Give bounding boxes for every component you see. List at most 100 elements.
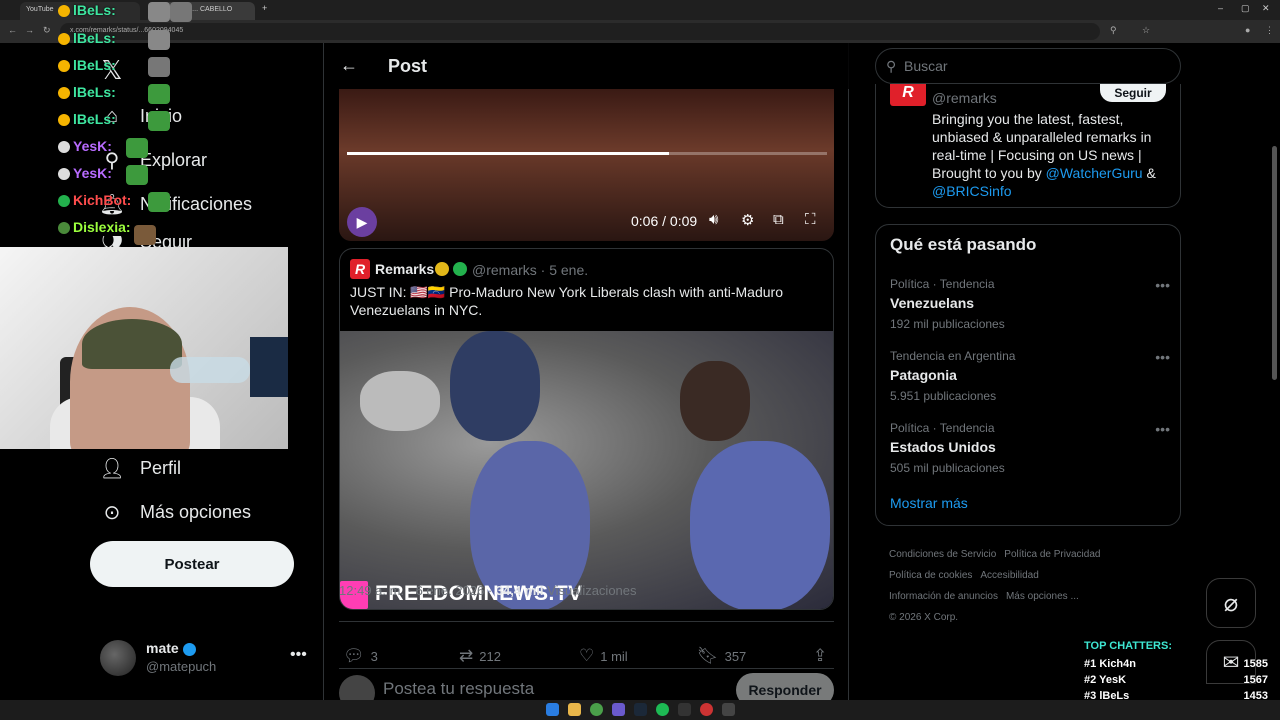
- chatter-row: #1 Kich4n 1585: [1084, 656, 1268, 672]
- steam-icon[interactable]: [634, 703, 647, 716]
- video-player[interactable]: ▶ 0:06 / 0:09 🔊︎ ⚙ ⧉ ⛶: [339, 89, 834, 241]
- chat-user: lBeLs:: [73, 111, 116, 127]
- footer-link[interactable]: Accesibilidad: [980, 570, 1038, 581]
- app-icon[interactable]: [700, 703, 713, 716]
- profile-bio: Bringing you the latest, fastest, unbias…: [932, 110, 1168, 200]
- app-icon[interactable]: [722, 703, 735, 716]
- more-circle-icon: ⊙: [103, 501, 121, 524]
- quoted-post[interactable]: R Remarks @remarks · 5 ene. JUST IN: 🇺🇸🇻…: [339, 248, 834, 610]
- trends-panel: Qué está pasando Política · Tendencia Ve…: [875, 224, 1181, 526]
- more-dots-icon[interactable]: •••: [1155, 421, 1170, 437]
- close-window-icon[interactable]: ✕: [1262, 3, 1270, 14]
- more-dots-icon[interactable]: •••: [290, 646, 307, 664]
- verified-icon: [182, 642, 196, 656]
- reply-count: 3: [370, 648, 378, 664]
- address-bar: ← → ↻ x.com/remarks/status/...6602094045…: [0, 20, 1280, 43]
- maximize-icon[interactable]: ▢: [1241, 3, 1250, 14]
- video-progress-bar[interactable]: [347, 152, 827, 155]
- emote-image: [148, 111, 170, 131]
- show-more-link[interactable]: Mostrar más: [890, 495, 968, 511]
- pip-icon[interactable]: ⧉: [773, 211, 784, 228]
- like-button[interactable]: ♡ 1 mil: [579, 646, 628, 666]
- profile-icon[interactable]: ●: [1245, 25, 1250, 35]
- footer-link[interactable]: Política de cookies: [889, 570, 972, 581]
- trend-item[interactable]: Tendencia en Argentina Patagonia 5.951 p…: [890, 349, 1170, 409]
- quoted-video[interactable]: FREEDOMNEWS.TV: [340, 331, 833, 609]
- nav-more-label: Más opciones: [140, 501, 252, 522]
- bookmark-button[interactable]: 🔖︎ 357: [697, 646, 746, 666]
- zoom-icon[interactable]: ⚲: [1110, 25, 1117, 36]
- play-icon[interactable]: ▶: [347, 207, 377, 237]
- reply-input[interactable]: Postea tu respuesta: [383, 679, 534, 699]
- obs-icon[interactable]: [678, 703, 691, 716]
- badge-icon: [58, 5, 70, 18]
- account-name-text: mate: [146, 640, 179, 656]
- chatter-count: 1585: [1243, 658, 1268, 670]
- follow-button[interactable]: Seguir: [1100, 84, 1166, 102]
- repost-button[interactable]: ⇄ 212: [459, 646, 501, 666]
- more-dots-icon[interactable]: •••: [1155, 277, 1170, 293]
- search-box[interactable]: ⚲ Buscar: [875, 48, 1181, 84]
- back-arrow-icon[interactable]: ←: [340, 55, 358, 76]
- spotify-icon[interactable]: [656, 703, 669, 716]
- chrome-icon[interactable]: [590, 703, 603, 716]
- file-explorer-icon[interactable]: [568, 703, 581, 716]
- footer-link[interactable]: Política de Privacidad: [1004, 549, 1100, 560]
- search-input[interactable]: Buscar: [904, 58, 948, 74]
- post-time[interactable]: 12:49 a. m. · 6 ene. 2026 ·: [339, 583, 496, 598]
- post-button[interactable]: Postear: [90, 541, 294, 587]
- chat-user: YesK:: [73, 165, 112, 181]
- badge-icon: [58, 60, 70, 73]
- more-dots-icon[interactable]: •••: [1155, 349, 1170, 365]
- trend-count: 505 mil publicaciones: [890, 461, 1005, 475]
- emote-image: [148, 57, 170, 77]
- footer-link[interactable]: Más opciones ...: [1006, 591, 1079, 602]
- emote-image: [148, 84, 170, 104]
- trend-name: Patagonia: [890, 367, 957, 383]
- back-nav-icon[interactable]: ←: [8, 25, 17, 35]
- quoted-author-name[interactable]: Remarks: [375, 261, 434, 277]
- nav-profile[interactable]: 👤︎ Perfil: [99, 456, 181, 480]
- forward-nav-icon[interactable]: →: [25, 25, 34, 35]
- trend-item[interactable]: Política · Tendencia Venezuelans 192 mil…: [890, 277, 1170, 337]
- volume-icon[interactable]: 🔊︎: [709, 211, 718, 228]
- badge-icon: [58, 222, 70, 235]
- footer-link[interactable]: Información de anuncios: [889, 591, 998, 602]
- bookmark-star-icon[interactable]: ☆: [1142, 25, 1150, 36]
- fullscreen-icon[interactable]: ⛶: [805, 211, 816, 228]
- search-icon: ⚲: [886, 58, 897, 74]
- bio-link-bricsinfo[interactable]: @BRICSinfo: [932, 183, 1012, 199]
- chat-line: Dislexia:: [58, 219, 131, 235]
- affiliate-badge-icon: [453, 262, 467, 276]
- chat-user: lBeLs:: [73, 2, 116, 18]
- page-scrollbar[interactable]: [1272, 146, 1277, 380]
- new-tab-icon[interactable]: +: [262, 3, 267, 13]
- account-switcher[interactable]: mate @matepuch •••: [100, 638, 310, 678]
- app-icon[interactable]: [612, 703, 625, 716]
- profile-handle[interactable]: @remarks: [932, 90, 997, 106]
- trends-title: Qué está pasando: [890, 235, 1037, 254]
- post-meta: 12:49 a. m. · 6 ene. 2026 · 34,4 mil Vis…: [339, 583, 637, 598]
- share-button[interactable]: ⇪: [813, 646, 827, 666]
- profile-card: R @remarks Seguir Bringing you the lates…: [875, 84, 1181, 208]
- footer-link[interactable]: Condiciones de Servicio: [889, 549, 996, 560]
- chatter-rank: #2: [1084, 674, 1097, 686]
- reply-button[interactable]: 💬︎ 3: [343, 646, 378, 666]
- chat-line: lBeLs:: [58, 111, 116, 127]
- bio-link-watcherguru[interactable]: @WatcherGuru: [1046, 165, 1143, 181]
- nav-more[interactable]: ⊙ Más opciones: [100, 500, 251, 524]
- nav-explore[interactable]: ⚲ Explorar: [100, 148, 207, 172]
- trend-item[interactable]: Política · Tendencia Estados Unidos 505 …: [890, 421, 1170, 481]
- url-field[interactable]: x.com/remarks/status/...6602094045: [60, 23, 1100, 40]
- chat-user: lBeLs:: [73, 57, 116, 73]
- browser-menu-icon[interactable]: ⋮: [1265, 25, 1274, 36]
- grok-icon[interactable]: ⌀: [1206, 578, 1256, 628]
- remarks-logo[interactable]: R: [890, 84, 926, 106]
- settings-gear-icon[interactable]: ⚙: [741, 211, 754, 229]
- minimize-icon[interactable]: –: [1218, 3, 1223, 13]
- repost-count: 212: [479, 648, 501, 664]
- badge-icon: [58, 114, 70, 127]
- emote-image: [170, 2, 192, 22]
- windows-start-icon[interactable]: [546, 703, 559, 716]
- reload-icon[interactable]: ↻: [43, 25, 51, 36]
